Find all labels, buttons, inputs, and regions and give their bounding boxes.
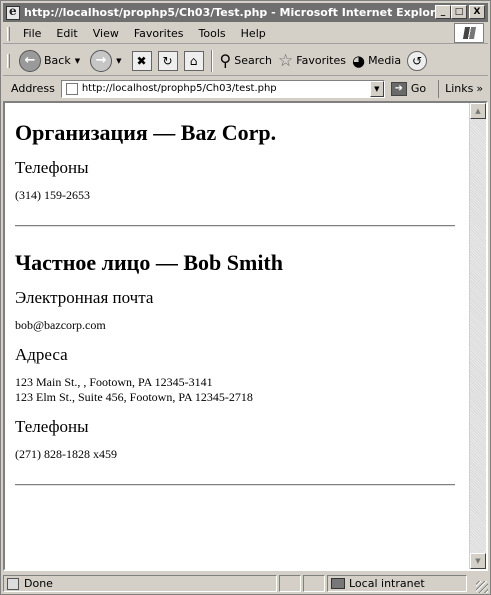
intranet-icon (331, 578, 345, 589)
address-input[interactable] (81, 83, 372, 94)
address-field[interactable]: ▼ (60, 79, 385, 98)
links-label: Links (445, 82, 474, 95)
email-heading: Электронная почта (15, 288, 154, 307)
person-heading: Частное лицо — Bob Smith (15, 250, 283, 275)
zone-text: Local intranet (349, 577, 425, 590)
menu-favorites[interactable]: Favorites (127, 27, 192, 40)
ie-icon (6, 4, 20, 20)
forward-dropdown-icon[interactable]: ▼ (116, 57, 121, 65)
resize-grip-icon[interactable] (476, 581, 488, 593)
favorites-label: Favorites (296, 54, 346, 67)
close-button[interactable]: X (469, 5, 485, 19)
menu-edit[interactable]: Edit (49, 27, 85, 40)
vertical-scrollbar[interactable]: ▲ ▼ (469, 103, 486, 569)
page-done-icon (7, 577, 19, 590)
back-button[interactable]: ← Back ▼ (16, 48, 87, 74)
address-line-1: 123 Main St., , Footown, PA 12345-3141 (15, 375, 213, 389)
links-button[interactable]: Links » (438, 79, 484, 98)
address-bar: Address ▼ ➜ Go Links » (3, 78, 488, 99)
status-text: Done (24, 577, 53, 590)
org-heading: Организация — Baz Corp. (15, 120, 277, 145)
maximize-button[interactable]: □ (451, 5, 467, 19)
menu-tools[interactable]: Tools (192, 27, 234, 40)
addresses-heading: Адреса (15, 345, 68, 364)
toolbar-grip (7, 53, 10, 68)
person-phones-heading: Телефоны (15, 417, 89, 436)
menu-grip (7, 26, 10, 41)
media-button[interactable]: ◕ Media (349, 48, 404, 74)
forward-button[interactable]: → ▼ (87, 48, 128, 74)
back-dropdown-icon[interactable]: ▼ (75, 57, 80, 65)
stop-icon[interactable]: ✖ (131, 50, 152, 71)
page-icon (65, 82, 78, 95)
status-bar: Done Local intranet (3, 574, 488, 593)
org-phone: (314) 159-2653 (15, 188, 90, 202)
title-bar: http://localhost/prophp5/Ch03/Test.php -… (3, 3, 488, 22)
page-viewport: Организация — Baz Corp. Телефоны (314) 1… (3, 101, 488, 571)
address-label: Address (11, 82, 55, 95)
divider (15, 225, 455, 227)
status-zone: Local intranet (327, 575, 467, 592)
address-line-2: 123 Elm St., Suite 456, Footown, PA 1234… (15, 390, 253, 404)
scroll-track[interactable] (470, 119, 486, 553)
search-button[interactable]: ⚲ Search (217, 48, 276, 74)
back-arrow-icon: ← (19, 49, 41, 72)
search-label: Search (234, 54, 273, 67)
menu-view[interactable]: View (86, 27, 127, 40)
home-icon[interactable]: ⌂ (183, 50, 204, 71)
windows-logo-icon (454, 23, 484, 43)
go-arrow-icon: ➜ (390, 81, 407, 96)
menu-bar: File Edit View Favorites Tools Help (3, 23, 488, 44)
page-content: Организация — Baz Corp. Телефоны (314) 1… (5, 103, 468, 569)
toolbar: ← Back ▼ → ▼ ✖ ↻ ⌂ ⚲ Search ☆ Favorites … (3, 46, 488, 76)
menu-file[interactable]: File (16, 27, 49, 40)
org-phones-heading: Телефоны (15, 158, 89, 177)
history-icon[interactable]: ↺ (407, 50, 428, 71)
browser-window: http://localhost/prophp5/Ch03/Test.php -… (0, 0, 491, 595)
window-controls: _ □ X (435, 5, 485, 19)
favorites-button[interactable]: ☆ Favorites (275, 48, 349, 74)
menu-help[interactable]: Help (234, 27, 274, 40)
divider (15, 484, 455, 486)
email-value: bob@bazcorp.com (15, 318, 106, 332)
media-label: Media (368, 54, 402, 67)
media-icon: ◕ (351, 51, 366, 70)
star-icon: ☆ (278, 50, 294, 71)
chevron-right-icon: » (476, 82, 484, 95)
scroll-up-icon[interactable]: ▲ (470, 103, 486, 119)
refresh-icon[interactable]: ↻ (157, 50, 178, 71)
person-phone: (271) 828-1828 x459 (15, 447, 117, 461)
minimize-button[interactable]: _ (435, 5, 451, 19)
back-label: Back (44, 54, 71, 67)
address-list: 123 Main St., , Footown, PA 12345-3141 1… (15, 375, 458, 405)
toolbar-separator (210, 49, 213, 72)
forward-arrow-icon: → (90, 49, 113, 72)
status-pane (303, 575, 325, 592)
status-main: Done (3, 575, 277, 592)
go-button[interactable]: ➜ Go (390, 81, 427, 96)
go-label: Go (410, 82, 427, 95)
address-dropdown-icon[interactable]: ▼ (369, 80, 384, 97)
scroll-down-icon[interactable]: ▼ (470, 553, 486, 569)
status-pane (279, 575, 301, 592)
search-icon: ⚲ (219, 51, 232, 70)
window-title: http://localhost/prophp5/Ch03/Test.php -… (24, 6, 449, 19)
